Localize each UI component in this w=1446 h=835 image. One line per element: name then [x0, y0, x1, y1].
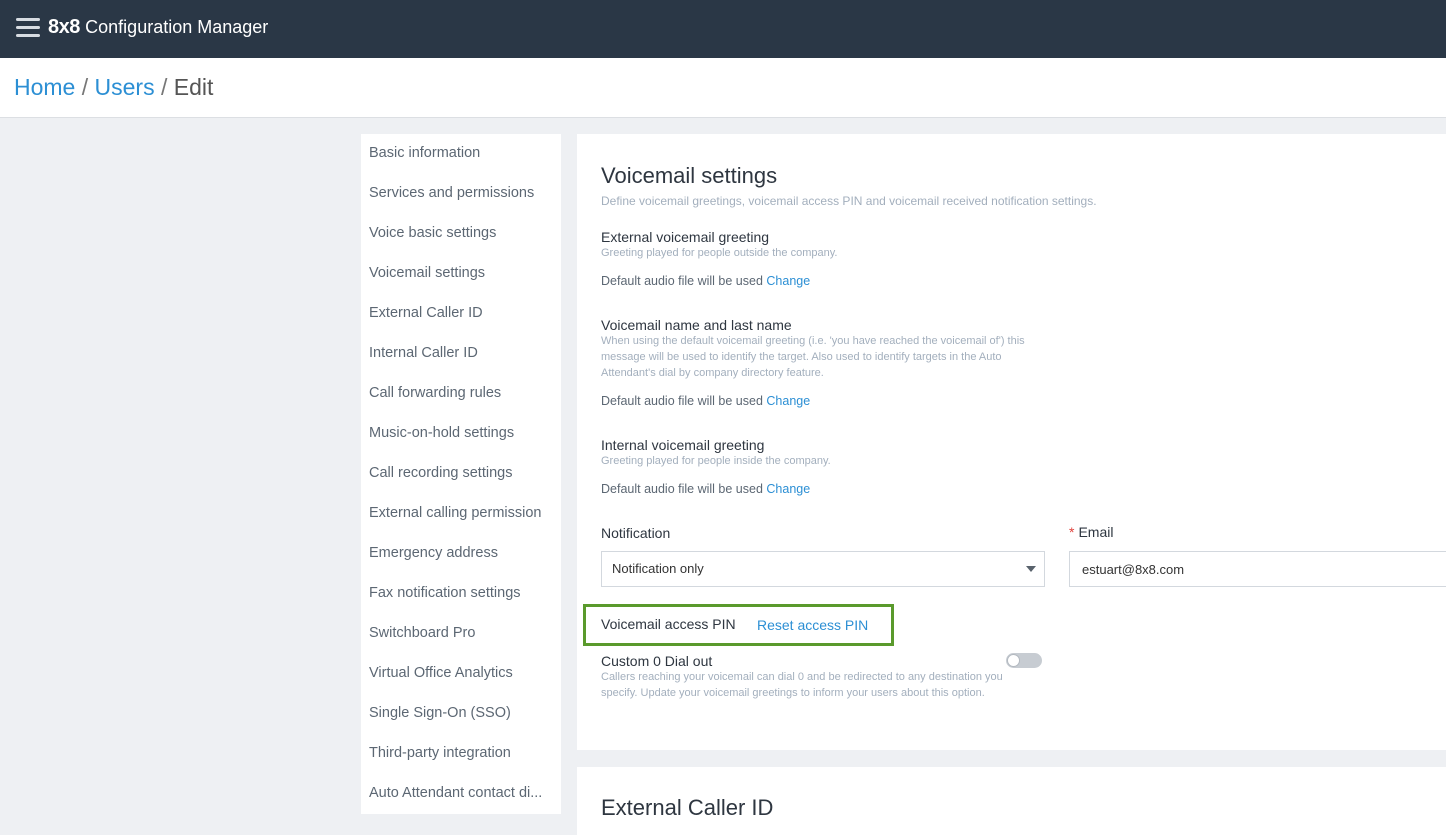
sidebar-item-voice-basic-settings[interactable]: Voice basic settings — [369, 225, 555, 241]
sidebar-item-external-calling-permission[interactable]: External calling permission — [369, 505, 555, 521]
internal-greeting-status: Default audio file will be used Change — [601, 482, 810, 496]
sidebar-item-call-recording[interactable]: Call recording settings — [369, 465, 555, 481]
dial-out-toggle[interactable] — [1006, 653, 1042, 668]
notification-select-value: Notification only — [612, 561, 704, 576]
name-greeting-status-text: Default audio file will be used — [601, 394, 763, 408]
required-asterisk: * — [1069, 524, 1075, 540]
internal-greeting-status-text: Default audio file will be used — [601, 482, 763, 496]
breadcrumb-bar — [0, 58, 1446, 118]
external-caller-id-title: External Caller ID — [601, 795, 774, 820]
toggle-knob — [1007, 654, 1020, 667]
internal-greeting-help: Greeting played for people inside the co… — [601, 455, 831, 467]
email-input[interactable] — [1069, 551, 1446, 587]
sidebar-item-voicemail-settings[interactable]: Voicemail settings — [369, 265, 555, 281]
top-navbar: 8x8 Configuration Manager — [0, 0, 1446, 58]
sidebar-item-emergency-address[interactable]: Emergency address — [369, 545, 555, 561]
external-greeting-status-text: Default audio file will be used — [601, 274, 763, 288]
name-greeting-change-link[interactable]: Change — [766, 394, 810, 408]
sidebar-item-internal-caller-id[interactable]: Internal Caller ID — [369, 345, 555, 361]
app-brand: 8x8 Configuration Manager — [48, 16, 268, 39]
sidebar-item-third-party-integration[interactable]: Third-party integration — [369, 745, 555, 761]
breadcrumb-current: Edit — [173, 74, 214, 100]
reset-access-pin-link[interactable]: Reset access PIN — [757, 617, 868, 633]
dial-out-help: Callers reaching your voicemail can dial… — [601, 671, 1003, 699]
breadcrumb-users[interactable]: Users — [95, 74, 155, 100]
sidebar-item-music-on-hold[interactable]: Music-on-hold settings — [369, 425, 555, 441]
external-greeting-change-link[interactable]: Change — [766, 274, 810, 288]
breadcrumb-separator: / — [81, 74, 89, 100]
sidebar-item-fax-notification[interactable]: Fax notification settings — [369, 585, 555, 601]
dial-out-label: Custom 0 Dial out — [601, 653, 713, 669]
internal-greeting-label: Internal voicemail greeting — [601, 437, 765, 453]
sidebar-item-services-permissions[interactable]: Services and permissions — [369, 185, 555, 201]
sidebar-item-external-caller-id[interactable]: External Caller ID — [369, 305, 555, 321]
hamburger-menu-icon[interactable] — [16, 18, 40, 38]
name-greeting-status: Default audio file will be used Change — [601, 394, 810, 408]
breadcrumb: Home / Users / Edit — [14, 74, 213, 101]
sidebar-item-switchboard-pro[interactable]: Switchboard Pro — [369, 625, 555, 641]
access-pin-label: Voicemail access PIN — [601, 616, 736, 632]
breadcrumb-home[interactable]: Home — [14, 74, 75, 100]
app-title: Configuration Manager — [85, 17, 269, 37]
chevron-down-icon — [1026, 566, 1036, 572]
sidebar-item-auto-attendant-contact[interactable]: Auto Attendant contact di... — [369, 785, 555, 801]
internal-greeting-change-link[interactable]: Change — [766, 482, 810, 496]
notification-label: Notification — [601, 525, 671, 541]
name-greeting-label: Voicemail name and last name — [601, 317, 792, 333]
notification-select[interactable]: Notification only — [601, 551, 1045, 587]
email-label: * Email — [1069, 524, 1113, 540]
external-greeting-label: External voicemail greeting — [601, 229, 770, 245]
name-greeting-help: When using the default voicemail greetin… — [601, 335, 1025, 379]
breadcrumb-separator: / — [160, 74, 168, 100]
sidebar-item-basic-information[interactable]: Basic information — [369, 145, 555, 161]
voicemail-settings-title: Voicemail settings — [601, 163, 778, 188]
external-greeting-help: Greeting played for people outside the c… — [601, 247, 838, 259]
external-greeting-status: Default audio file will be used Change — [601, 274, 810, 288]
logo-8x8: 8x8 — [48, 16, 80, 38]
sidebar-item-sso[interactable]: Single Sign-On (SSO) — [369, 705, 555, 721]
voicemail-settings-subtitle: Define voicemail greetings, voicemail ac… — [601, 194, 1097, 208]
sidebar-item-virtual-office-analytics[interactable]: Virtual Office Analytics — [369, 665, 555, 681]
email-label-text: Email — [1078, 524, 1114, 540]
sidebar-item-call-forwarding[interactable]: Call forwarding rules — [369, 385, 555, 401]
settings-sidebar: Basic information Services and permissio… — [361, 134, 561, 814]
